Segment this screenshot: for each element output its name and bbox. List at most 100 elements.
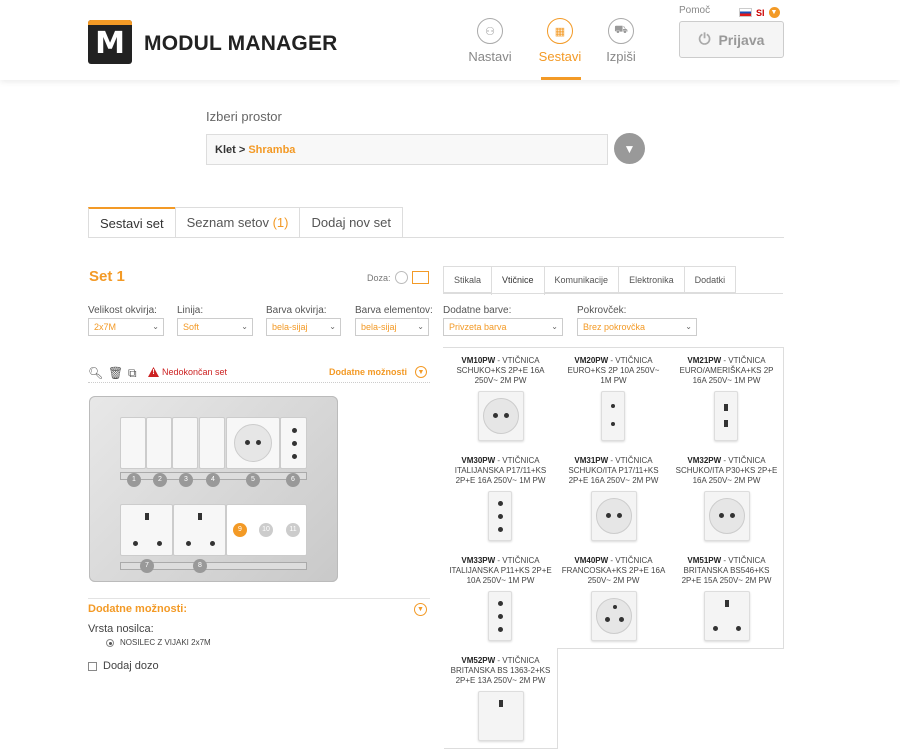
carrier-value: NOSILEC Z VIJAKI 2x7M: [120, 638, 211, 647]
switch-module[interactable]: [172, 417, 198, 469]
slot-number: 3: [179, 473, 193, 487]
socket-pin: [498, 601, 503, 606]
frame-size-select[interactable]: 2x7M ⌄: [88, 318, 164, 336]
slot-number-selected[interactable]: 9: [233, 523, 247, 537]
switch-module[interactable]: [146, 417, 172, 469]
product-card[interactable]: VM30PW - VTIČNICA ITALIJANSKA P17/11+KS …: [444, 448, 558, 549]
frame-color-select[interactable]: bela-sijaj ⌄: [266, 318, 341, 336]
product-image: [478, 691, 524, 741]
warning-text: Nedokončan set: [162, 367, 228, 377]
product-image: [601, 391, 625, 441]
product-grid: VM10PW - VTIČNICA SCHUKO+KS 2P+E 16A 250…: [443, 347, 784, 749]
socket-pin: [611, 404, 615, 408]
product-title: VM51PW - VTIČNICA BRITANSKA BS546+KS 2P+…: [674, 556, 779, 586]
nav-izpisi[interactable]: ⛟ Izpiši: [586, 18, 656, 64]
product-card[interactable]: VM21PW - VTIČNICA EURO/AMERIŠKA+KS 2P 16…: [670, 348, 784, 449]
socket-pin: [292, 428, 297, 433]
chevron-down-icon: ⌄: [329, 322, 336, 331]
tab-set-list[interactable]: Seznam setov (1): [174, 207, 301, 237]
socket-pin: [605, 617, 610, 622]
product-code: VM10PW: [461, 356, 496, 365]
round-box-option[interactable]: [395, 271, 408, 284]
chevron-down-icon[interactable]: ▼: [414, 603, 427, 616]
chevron-down-icon: ⌄: [685, 322, 692, 331]
login-button[interactable]: ⏻ Prijava: [679, 21, 784, 58]
british-socket-module[interactable]: [120, 504, 173, 556]
switch-module[interactable]: [199, 417, 225, 469]
product-code: VM40PW: [574, 556, 609, 565]
logo-letter: M: [95, 26, 125, 61]
room-select[interactable]: Klet > Shramba: [206, 134, 608, 165]
product-card[interactable]: VM40PW - VTIČNICA FRANCOSKA+KS 2P+E 16A …: [557, 548, 671, 649]
copy-icon[interactable]: ⧉: [128, 366, 137, 381]
tab-communications[interactable]: Komunikacije: [543, 266, 620, 293]
product-title: VM21PW - VTIČNICA EURO/AMERIŠKA+KS 2P 16…: [674, 356, 779, 386]
product-card[interactable]: VM52PW - VTIČNICA BRITANSKA BS 1363-2+KS…: [444, 648, 558, 749]
british-socket-module[interactable]: [173, 504, 226, 556]
italian-socket-module[interactable]: [280, 417, 307, 469]
chevron-down-icon: ⌄: [152, 322, 159, 331]
socket-pin: [713, 626, 718, 631]
chevron-down-icon[interactable]: ▼: [415, 366, 427, 378]
language-code: SI: [756, 7, 765, 18]
tab-switches[interactable]: Stikala: [443, 266, 493, 293]
product-card[interactable]: VM51PW - VTIČNICA BRITANSKA BS546+KS 2P+…: [670, 548, 784, 649]
socket-pin: [145, 513, 149, 520]
add-box-checkbox[interactable]: Dodaj dozo: [88, 660, 159, 672]
line-select[interactable]: Soft ⌄: [177, 318, 253, 336]
header: M MODUL MANAGER ⚇ Nastavi ▦ Sestavi ⛟ Iz…: [0, 0, 900, 80]
search-icon[interactable]: 🔍︎: [88, 366, 103, 380]
socket-pin: [606, 513, 611, 518]
divider: [88, 598, 430, 599]
socket-pin: [619, 617, 624, 622]
trash-icon[interactable]: 🗑︎: [108, 366, 123, 380]
options-title[interactable]: Dodatne možnosti:: [88, 603, 187, 615]
more-options-link[interactable]: Dodatne možnosti: [329, 367, 407, 377]
slot-number: 5: [246, 473, 260, 487]
socket-pin: [736, 626, 741, 631]
room-dropdown-button[interactable]: ▼: [614, 133, 645, 164]
socket-face: [234, 424, 272, 462]
language-selector[interactable]: SI ▼: [739, 7, 780, 18]
chevron-down-icon: ⌄: [241, 322, 248, 331]
tab-sockets[interactable]: Vtičnice: [491, 266, 545, 295]
product-title: VM33PW - VTIČNICA ITALIJANSKA P11+KS 2P+…: [448, 556, 553, 586]
power-icon: ⏻: [698, 31, 711, 48]
socket-pin: [499, 700, 503, 707]
tab-electronics[interactable]: Elektronika: [618, 266, 685, 293]
element-color-select[interactable]: bela-sijaj ⌄: [355, 318, 429, 336]
nav-label: Sestavi: [538, 49, 582, 64]
nav-nastavi[interactable]: ⚇ Nastavi: [455, 18, 525, 64]
extra-colors-select[interactable]: Privzeta barva ⌄: [443, 318, 563, 336]
product-card[interactable]: VM32PW - VTIČNICA SCHUKO/ITA P30+KS 2P+E…: [670, 448, 784, 549]
socket-pin: [724, 420, 728, 427]
socket-pin: [719, 513, 724, 518]
schuko-socket-module[interactable]: [226, 417, 280, 469]
carrier-radio[interactable]: NOSILEC Z VIJAKI 2x7M: [106, 638, 211, 647]
product-code: VM20PW: [574, 356, 609, 365]
rect-box-option[interactable]: [412, 271, 429, 284]
tab-build-set[interactable]: Sestavi set: [88, 207, 176, 238]
product-code: VM30PW: [461, 456, 496, 465]
slot-number[interactable]: 10: [259, 523, 273, 537]
product-card[interactable]: VM20PW - VTIČNICA EURO+KS 2P 10A 250V~ 1…: [557, 348, 671, 449]
socket-pin: [493, 413, 498, 418]
switch-module[interactable]: [120, 417, 146, 469]
product-card[interactable]: VM31PW - VTIČNICA SCHUKO/ITA P17/11+KS 2…: [557, 448, 671, 549]
slot-number[interactable]: 11: [286, 523, 300, 537]
tab-accessories[interactable]: Dodatki: [683, 266, 737, 293]
socket-face: [596, 598, 632, 634]
logo[interactable]: M: [88, 20, 132, 64]
nav-sestavi[interactable]: ▦ Sestavi: [525, 18, 595, 64]
slot-number: 4: [206, 473, 220, 487]
tab-add-set[interactable]: Dodaj nov set: [299, 207, 403, 237]
product-card[interactable]: VM33PW - VTIČNICA ITALIJANSKA P11+KS 2P+…: [444, 548, 558, 649]
nav-active-indicator: [541, 77, 581, 80]
select-value: Privzeta barva: [449, 322, 507, 332]
cover-select[interactable]: Brez pokrovčka ⌄: [577, 318, 697, 336]
socket-pin: [292, 441, 297, 446]
help-link[interactable]: Pomoč: [679, 5, 710, 16]
product-card[interactable]: VM10PW - VTIČNICA SCHUKO+KS 2P+E 16A 250…: [444, 348, 558, 449]
select-value: bela-sijaj: [272, 322, 308, 332]
chevron-down-icon: ▼: [623, 141, 636, 156]
